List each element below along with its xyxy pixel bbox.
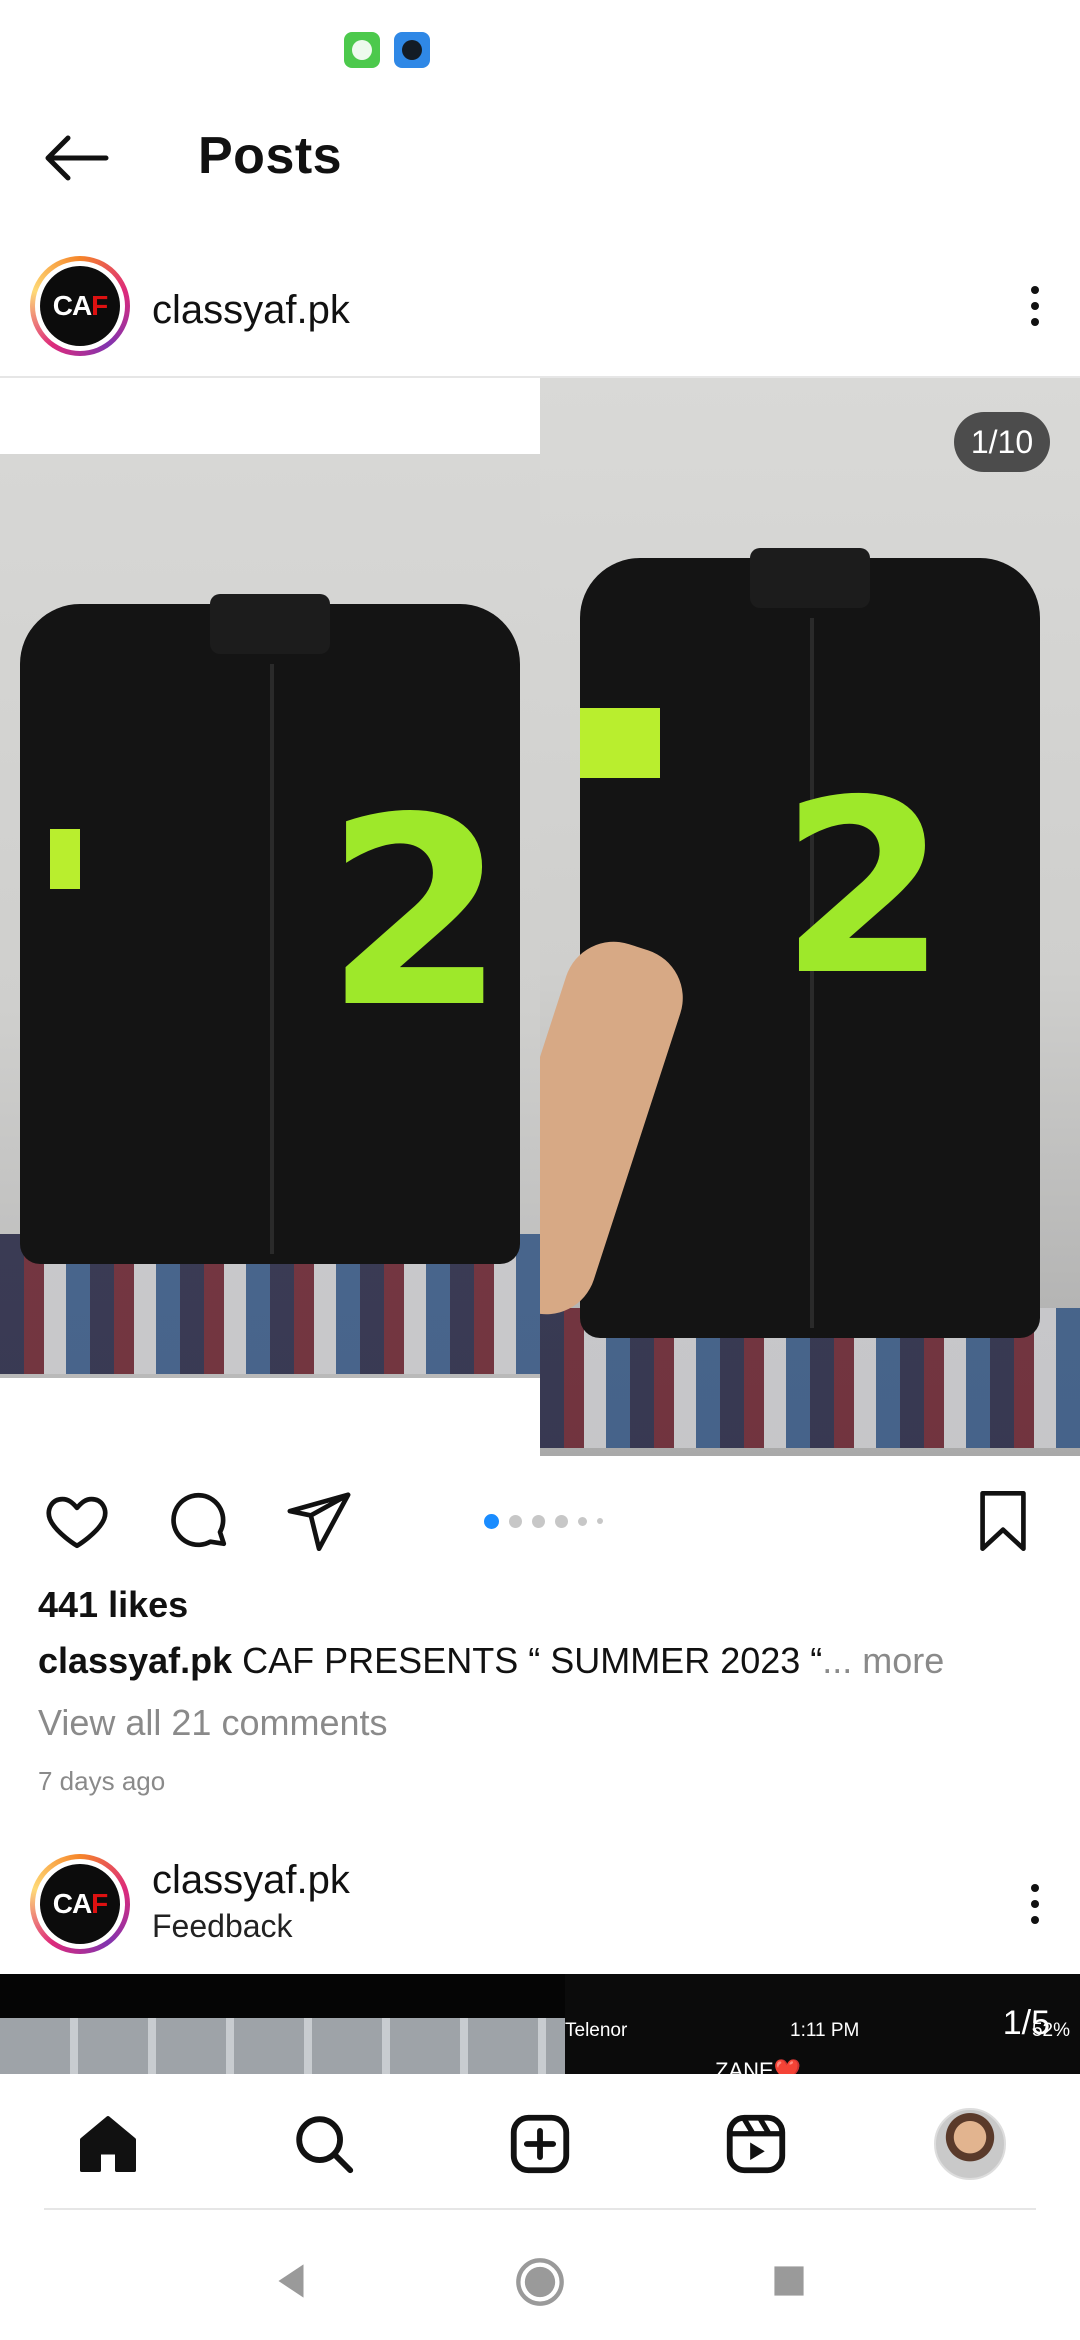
carousel-dot: [532, 1514, 545, 1528]
post-username[interactable]: classyaf.pk: [152, 288, 350, 333]
shirt-image: 2: [20, 594, 520, 1264]
post-caption[interactable]: classyaf.pk CAF PRESENTS “ SUMMER 2023 “…: [38, 1640, 944, 1682]
more-options-button[interactable]: [1020, 276, 1050, 336]
caption-text: CAF PRESENTS “ SUMMER 2023 “: [242, 1640, 823, 1681]
carousel-indicator: [484, 1513, 603, 1529]
post-username[interactable]: classyaf.pk: [152, 1858, 350, 1903]
like-button[interactable]: [42, 1486, 112, 1556]
home-circle-icon: [516, 2258, 564, 2306]
nav-create[interactable]: [504, 2108, 576, 2180]
nav-home[interactable]: [72, 2108, 144, 2180]
comment-button[interactable]: [164, 1486, 234, 1556]
recents-square-icon: [774, 2266, 804, 2296]
carousel-dot: [597, 1518, 603, 1524]
media-counter: 1/5: [1002, 2004, 1050, 2042]
caption-username[interactable]: classyaf.pk: [38, 1640, 232, 1681]
nav-profile[interactable]: [934, 2108, 1006, 2180]
post-media[interactable]: Telenor 1:11 PM 52% ZANE❤️ 1/5: [0, 1974, 1080, 2074]
media-counter: 1/10: [954, 412, 1050, 472]
more-options-button[interactable]: [1020, 1874, 1050, 1934]
avatar-logo: CAF: [40, 266, 120, 346]
profile-avatar: [934, 2108, 1006, 2180]
post-actions: [0, 1456, 1080, 1576]
caption-more-link[interactable]: ... more: [822, 1640, 944, 1681]
back-button[interactable]: [36, 128, 116, 188]
search-icon: [296, 2116, 354, 2174]
post-media[interactable]: 2 2 1/10: [0, 378, 1080, 1456]
create-icon: [510, 2114, 570, 2174]
home-icon: [80, 2116, 136, 2172]
system-back-button[interactable]: [266, 2256, 316, 2306]
post-subtitle: Feedback: [152, 1908, 293, 1944]
paper-plane-icon: [287, 1492, 351, 1552]
likes-count[interactable]: 441 likes: [38, 1584, 188, 1626]
comment-icon: [171, 1492, 227, 1548]
nav-reels[interactable]: [720, 2108, 792, 2180]
carousel-dot: [484, 1513, 499, 1529]
photo-left: 2: [0, 454, 540, 1378]
back-triangle-icon: [278, 2264, 304, 2298]
app-green-icon: [344, 32, 380, 68]
bookmark-icon: [980, 1490, 1026, 1552]
avatar-logo: CAF: [40, 1864, 120, 1944]
pool-game-icon: [394, 32, 430, 68]
phone-carrier: Telenor: [565, 2020, 628, 2041]
top-header: Posts: [0, 96, 1080, 222]
photo-right: 2 1/10: [540, 378, 1080, 1456]
shirt-image: 2: [580, 548, 1040, 1338]
system-home-button[interactable]: [514, 2256, 564, 2306]
carousel-dot: [578, 1516, 587, 1526]
post-header: CAF classyaf.pk Feedback: [0, 1824, 1080, 1974]
page-title: Posts: [198, 127, 343, 185]
system-recents-button[interactable]: [764, 2256, 814, 2306]
avatar[interactable]: CAF: [30, 1854, 130, 1954]
reels-icon: [726, 2114, 786, 2174]
keyboard-photo: [0, 2018, 565, 2074]
avatar[interactable]: CAF: [30, 256, 130, 356]
nav-search[interactable]: [288, 2108, 360, 2180]
save-button[interactable]: [968, 1486, 1038, 1556]
status-bar: [0, 0, 1080, 96]
bottom-nav: [0, 2076, 1080, 2210]
system-nav-bar: [0, 2210, 1080, 2340]
post-date: 7 days ago: [38, 1766, 166, 1796]
phone-time: 1:11 PM: [790, 2020, 860, 2041]
share-button[interactable]: [284, 1486, 354, 1556]
phone-contact-name: ZANE❤️: [715, 2058, 802, 2074]
carousel-dot: [509, 1514, 522, 1528]
arrow-left-icon: [45, 135, 109, 181]
view-comments-link[interactable]: View all 21 comments: [38, 1702, 388, 1744]
carousel-dot: [555, 1514, 568, 1528]
post-header: CAF classyaf.pk: [0, 232, 1080, 382]
heart-icon: [46, 1496, 108, 1549]
